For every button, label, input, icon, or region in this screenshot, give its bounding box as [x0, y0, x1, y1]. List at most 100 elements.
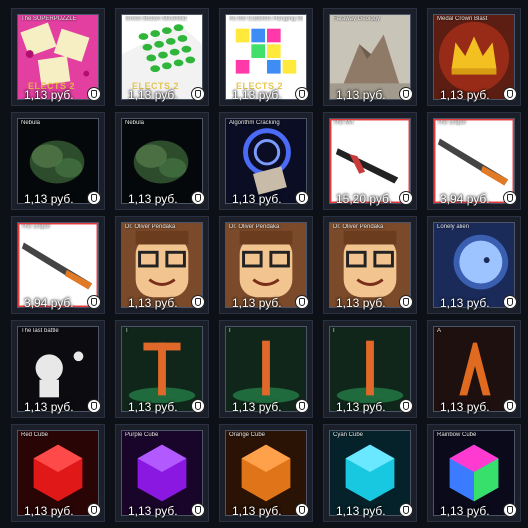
market-card[interactable]: As the Cubelets Hanging Out ELECTS 2 1,1… [219, 8, 313, 106]
card-title: Dr. Oliver Pendaka [125, 224, 176, 230]
card-price: 1,13 руб. [440, 504, 490, 518]
steam-points-icon [503, 503, 517, 517]
card-title: As the Cubelets Hanging Out [229, 16, 303, 22]
card-title: I [333, 328, 335, 334]
card-price: 1,13 руб. [128, 88, 178, 102]
market-card[interactable]: I 1,13 руб. [219, 320, 313, 418]
market-card[interactable]: T 1,13 руб. [115, 320, 209, 418]
card-price: 1,13 руб. [232, 296, 282, 310]
card-title: Nebula [125, 120, 145, 126]
market-card[interactable]: The M4 15,20 руб. [323, 112, 417, 210]
card-price: 3,94 руб. [440, 192, 490, 206]
steam-points-icon [191, 503, 205, 517]
steam-points-icon [191, 87, 205, 101]
card-title: Green Button Minefield [125, 16, 187, 22]
steam-points-icon [503, 191, 517, 205]
card-grid: The SUPERPUZZLE ELECTS 2 1,13 руб. Green… [0, 0, 528, 528]
card-price: 1,13 руб. [440, 88, 490, 102]
steam-points-icon [191, 191, 205, 205]
market-card[interactable]: Dr. Oliver Pendaka 1,13 руб. [219, 216, 313, 314]
steam-points-icon [399, 503, 413, 517]
card-title: Medal Crown Blast [437, 16, 488, 22]
card-price: 1,13 руб. [232, 192, 282, 206]
market-card[interactable]: Nebula 1,13 руб. [11, 112, 105, 210]
market-card[interactable]: Medal Crown Blast 1,13 руб. [427, 8, 521, 106]
card-title: Dr. Oliver Pendaka [333, 224, 384, 230]
card-price: 1,13 руб. [440, 296, 490, 310]
card-price: 1,13 руб. [336, 504, 386, 518]
card-title: Orange Cube [229, 432, 266, 438]
card-title: I [229, 328, 231, 334]
steam-points-icon [503, 295, 517, 309]
steam-points-icon [295, 295, 309, 309]
card-title: Dr. Oliver Pendaka [229, 224, 280, 230]
steam-points-icon [87, 87, 101, 101]
card-title: Rainbow Cube [437, 432, 477, 438]
market-card[interactable]: Orange Cube 1,13 руб. [219, 424, 313, 522]
market-card[interactable]: Dr. Oliver Pendaka 1,13 руб. [115, 216, 209, 314]
card-title: The Sniper [21, 224, 51, 230]
card-price: 1,13 руб. [128, 192, 178, 206]
card-title: Red Cube [21, 432, 49, 438]
card-price: 15,20 руб. [336, 192, 393, 206]
steam-points-icon [399, 87, 413, 101]
market-card[interactable]: Rainbow Cube 1,13 руб. [427, 424, 521, 522]
steam-points-icon [87, 295, 101, 309]
market-card[interactable]: Purple Cube 1,13 руб. [115, 424, 209, 522]
card-price: 1,13 руб. [24, 88, 74, 102]
steam-points-icon [295, 191, 309, 205]
card-title: A [437, 328, 442, 334]
card-title: The M4 [333, 120, 354, 126]
card-title: Faraway Geology [333, 16, 381, 22]
card-title: The SUPERPUZZLE [21, 16, 77, 22]
steam-points-icon [399, 399, 413, 413]
market-card[interactable]: Lonely alien 1,13 руб. [427, 216, 521, 314]
card-price: 1,13 руб. [232, 88, 282, 102]
steam-points-icon [87, 503, 101, 517]
steam-points-icon [191, 295, 205, 309]
card-title: Cyan Cube [333, 432, 364, 438]
card-price: 1,13 руб. [24, 192, 74, 206]
card-title: The Sniper [437, 120, 467, 126]
steam-points-icon [399, 295, 413, 309]
market-card[interactable]: The last battle 1,13 руб. [11, 320, 105, 418]
market-card[interactable]: The Sniper 3,94 руб. [11, 216, 105, 314]
market-card[interactable]: The Sniper 3,94 руб. [427, 112, 521, 210]
market-card[interactable]: Cyan Cube 1,13 руб. [323, 424, 417, 522]
card-title: Purple Cube [125, 432, 159, 438]
card-price: 1,13 руб. [336, 296, 386, 310]
card-price: 1,13 руб. [24, 504, 74, 518]
market-card[interactable]: Green Button Minefield ELECTS 2 1,13 руб… [115, 8, 209, 106]
market-card[interactable]: A 1,13 руб. [427, 320, 521, 418]
card-price: 1,13 руб. [336, 400, 386, 414]
card-price: 1,13 руб. [232, 504, 282, 518]
card-title: T [125, 328, 129, 334]
steam-points-icon [503, 87, 517, 101]
steam-points-icon [295, 399, 309, 413]
card-title: Lonely alien [437, 224, 470, 230]
card-title: Algorithm Cracking [229, 120, 280, 126]
steam-points-icon [87, 399, 101, 413]
steam-points-icon [295, 503, 309, 517]
card-price: 3,94 руб. [24, 296, 74, 310]
card-price: 1,13 руб. [128, 504, 178, 518]
card-price: 1,13 руб. [24, 400, 74, 414]
steam-points-icon [191, 399, 205, 413]
market-card[interactable]: Dr. Oliver Pendaka 1,13 руб. [323, 216, 417, 314]
market-card[interactable]: Red Cube 1,13 руб. [11, 424, 105, 522]
market-card[interactable]: I 1,13 руб. [323, 320, 417, 418]
market-card[interactable]: Nebula 1,13 руб. [115, 112, 209, 210]
card-price: 1,13 руб. [232, 400, 282, 414]
market-card[interactable]: Faraway Geology 1,13 руб. [323, 8, 417, 106]
card-title: Nebula [21, 120, 41, 126]
steam-points-icon [399, 191, 413, 205]
steam-points-icon [295, 87, 309, 101]
steam-points-icon [503, 399, 517, 413]
steam-points-icon [87, 191, 101, 205]
card-price: 1,13 руб. [128, 400, 178, 414]
card-title: The last battle [21, 328, 59, 334]
card-price: 1,13 руб. [336, 88, 386, 102]
market-card[interactable]: The SUPERPUZZLE ELECTS 2 1,13 руб. [11, 8, 105, 106]
market-card[interactable]: Algorithm Cracking 1,13 руб. [219, 112, 313, 210]
card-price: 1,13 руб. [440, 400, 490, 414]
